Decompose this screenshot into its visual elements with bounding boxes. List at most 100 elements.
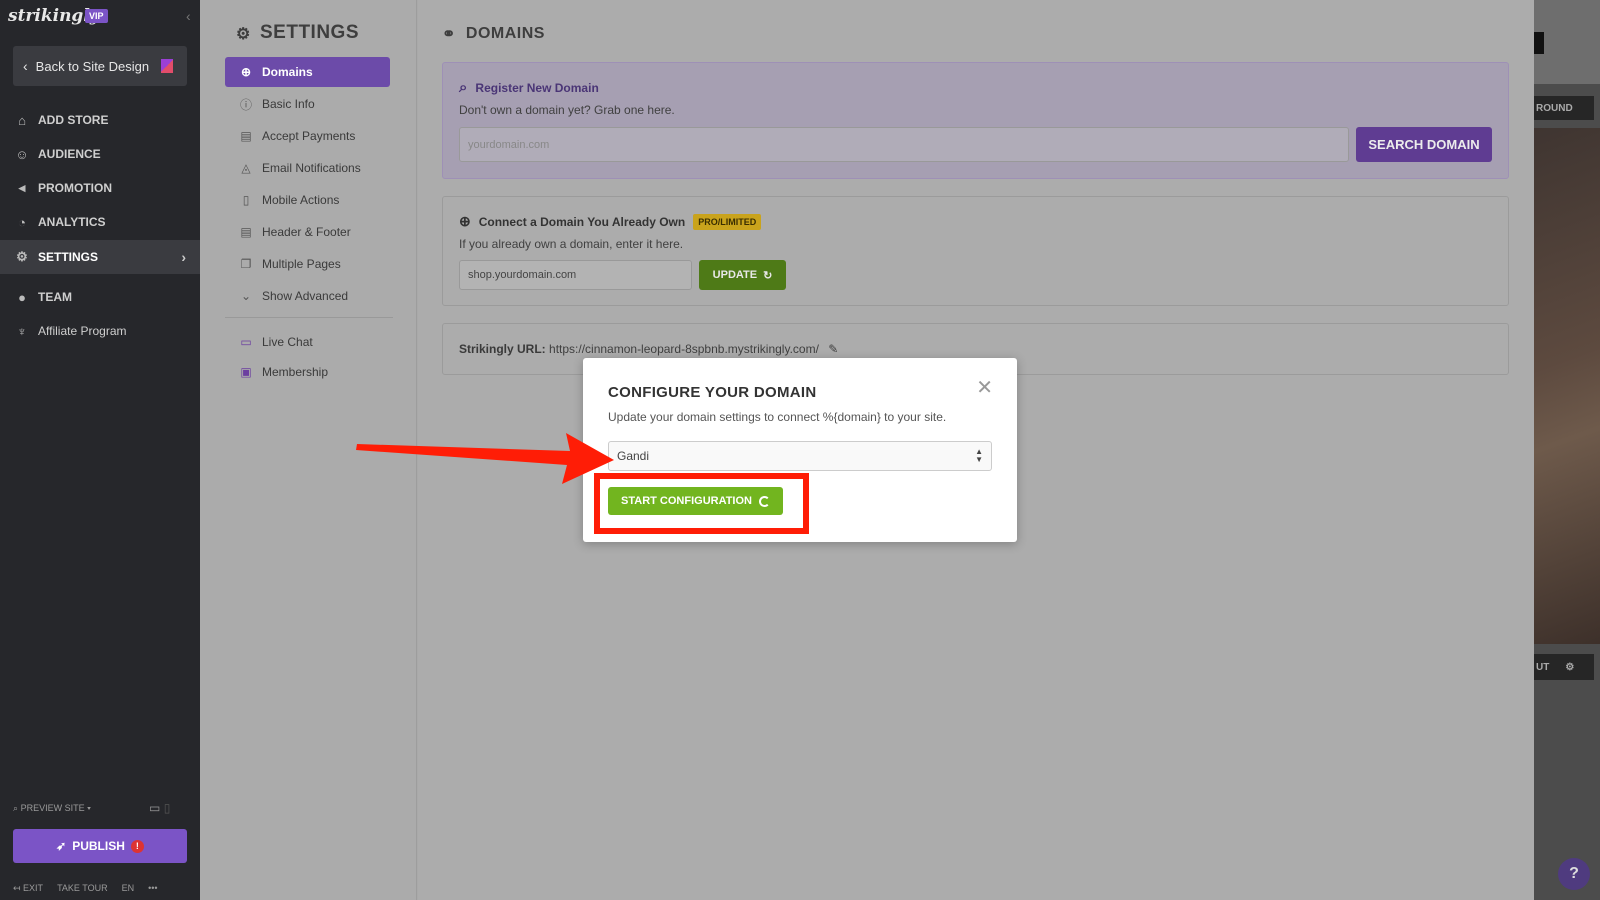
settings-item-membership[interactable]: ▣ Membership: [225, 357, 390, 387]
preview-background-button[interactable]: ROUND: [1534, 96, 1594, 120]
domains-title-label: DOMAINS: [465, 25, 545, 42]
domains-title: ⚭ DOMAINS: [442, 24, 545, 44]
annotation-highlight-box: [594, 473, 809, 534]
nav-label: SETTINGS: [38, 250, 99, 264]
nav-label: ANALYTICS: [38, 215, 106, 229]
settings-item-live-chat[interactable]: ▭ Live Chat: [225, 327, 390, 357]
exit-label: EXIT: [23, 883, 44, 893]
custom-domain-input[interactable]: shop.yourdomain.com: [459, 260, 692, 290]
provider-value: Gandi: [617, 449, 650, 463]
domain-provider-select[interactable]: Gandi ▲ ▼: [608, 441, 992, 471]
settings-item-basic-info[interactable]: ⓘ Basic Info: [225, 89, 390, 119]
exit-link[interactable]: ↤ EXIT: [13, 883, 43, 894]
gear-icon[interactable]: ⚙: [1565, 662, 1574, 673]
settings-item-label: Show Advanced: [262, 289, 349, 303]
nav-add-store[interactable]: ⌂ ADD STORE: [0, 103, 200, 137]
preview-layout-button[interactable]: UT ⚙: [1534, 654, 1594, 680]
settings-item-header-footer[interactable]: ▤ Header & Footer: [225, 217, 390, 247]
connect-title: Connect a Domain You Already Own: [478, 214, 686, 229]
gear-icon: ⚙: [236, 26, 251, 43]
nav-audience[interactable]: ☺ AUDIENCE: [0, 137, 200, 171]
warning-icon: !: [130, 839, 144, 853]
settings-item-label: Email Notifications: [262, 161, 361, 175]
device-toggle[interactable]: ▭ ▯: [149, 801, 170, 815]
chevron-right-icon: ›: [181, 249, 186, 265]
settings-item-email-notifications[interactable]: ◬ Email Notifications: [225, 153, 390, 183]
chevron-left-icon: ‹: [23, 58, 28, 74]
megaphone-icon: ◂: [18, 180, 26, 195]
publish-button[interactable]: ➶ PUBLISH !: [13, 829, 187, 863]
connect-domain-heading: ⊕ Connect a Domain You Already Own PRO/L…: [459, 213, 762, 230]
trophy-icon: ♆: [17, 323, 27, 339]
register-domain-heading: ⌕ Register New Domain: [459, 79, 599, 96]
settings-item-label: Domains: [262, 65, 313, 79]
register-domain-panel: ⌕ Register New Domain Don't own a domain…: [442, 62, 1509, 179]
nav-affiliate-program[interactable]: ♆ Affiliate Program: [0, 314, 200, 348]
pages-icon: ❐: [240, 257, 252, 271]
brand-square-icon: [161, 59, 173, 73]
settings-item-label: Live Chat: [262, 335, 313, 349]
search-icon: ⌕: [13, 803, 19, 813]
language-link[interactable]: EN: [122, 883, 135, 894]
audience-icon: ☺: [15, 146, 29, 162]
pencil-icon[interactable]: ✎: [828, 342, 838, 356]
register-title: Register New Domain: [475, 80, 599, 95]
nav-team[interactable]: ● TEAM: [0, 280, 200, 314]
close-icon[interactable]: ✕: [976, 378, 993, 398]
settings-item-multiple-pages[interactable]: ❐ Multiple Pages: [225, 249, 390, 279]
mobile-icon: ▯: [242, 193, 250, 207]
help-icon[interactable]: ?: [1558, 858, 1590, 890]
search-domain-button[interactable]: SEARCH DOMAIN: [1356, 127, 1492, 162]
connect-subtitle: If you already own a domain, enter it he…: [459, 237, 684, 251]
nav-label: ADD STORE: [38, 113, 109, 127]
nav-promotion[interactable]: ◂ PROMOTION: [0, 171, 200, 205]
url-label: Strikingly URL:: [459, 342, 546, 356]
preview-image: [1534, 128, 1600, 644]
select-arrows-icon: ▲ ▼: [975, 447, 983, 464]
nav-label: AUDIENCE: [38, 147, 101, 161]
settings-title: ⚙ SETTINGS: [236, 22, 360, 44]
settings-title-label: SETTINGS: [260, 22, 360, 43]
domain-search-input[interactable]: yourdomain.com: [459, 127, 1349, 162]
update-button[interactable]: UPDATE ↻: [699, 260, 786, 290]
settings-item-mobile-actions[interactable]: ▯ Mobile Actions: [225, 185, 390, 215]
update-label: UPDATE: [712, 269, 758, 281]
collapse-sidebar-icon[interactable]: ‹: [186, 8, 191, 24]
app-sidebar: strikingly VIP ‹ ‹ Back to Site Design ⌂…: [0, 0, 200, 900]
settings-panel: ⚙ SETTINGS ⊕ Domains ⓘ Basic Info ▤ Acce…: [200, 0, 417, 900]
settings-divider: [225, 317, 393, 318]
store-icon: ⌂: [18, 112, 26, 128]
preview-button[interactable]: [1534, 32, 1544, 54]
nav-analytics[interactable]: ◔ ANALYTICS: [0, 205, 200, 239]
gear-icon: ⚙: [16, 249, 28, 264]
preview-layout-label: UT: [1536, 661, 1550, 673]
search-icon: ⌕: [459, 79, 468, 96]
settings-item-accept-payments[interactable]: ▤ Accept Payments: [225, 121, 390, 151]
layout-icon: ▤: [240, 225, 252, 239]
settings-item-show-advanced[interactable]: ⌄ Show Advanced: [225, 281, 390, 311]
card-icon: ▤: [240, 129, 252, 143]
analytics-icon: ◔: [18, 214, 26, 230]
back-to-site-design-button[interactable]: ‹ Back to Site Design: [13, 46, 187, 86]
back-label: Back to Site Design: [35, 58, 150, 74]
nav-settings[interactable]: ⚙ SETTINGS ›: [0, 240, 200, 274]
preview-site-label: PREVIEW SITE: [20, 803, 85, 813]
loading-spinner-icon: ↻: [763, 269, 773, 282]
nav-label: TEAM: [38, 290, 72, 304]
modal-title: CONFIGURE YOUR DOMAIN: [608, 384, 817, 401]
member-icon: ▣: [240, 365, 252, 379]
desktop-icon[interactable]: ▭: [149, 801, 160, 815]
take-tour-link[interactable]: TAKE TOUR: [57, 883, 108, 894]
chevron-down-icon: ⌄: [240, 289, 252, 303]
preview-site-dropdown[interactable]: ⌕ PREVIEW SITE ▾: [13, 803, 91, 814]
url-value: https://cinnamon-leopard-8spbnb.mystriki…: [549, 342, 819, 356]
modal-subtitle: Update your domain settings to connect %…: [608, 410, 947, 424]
nav-label: Affiliate Program: [38, 324, 127, 338]
settings-item-domains[interactable]: ⊕ Domains: [225, 57, 390, 87]
info-icon: ⓘ: [239, 97, 252, 112]
globe-icon: ⊕: [459, 213, 471, 229]
mobile-icon[interactable]: ▯: [164, 801, 171, 815]
chat-icon: ▭: [240, 335, 252, 349]
more-icon[interactable]: •••: [148, 883, 157, 894]
vip-badge: VIP: [85, 9, 108, 23]
